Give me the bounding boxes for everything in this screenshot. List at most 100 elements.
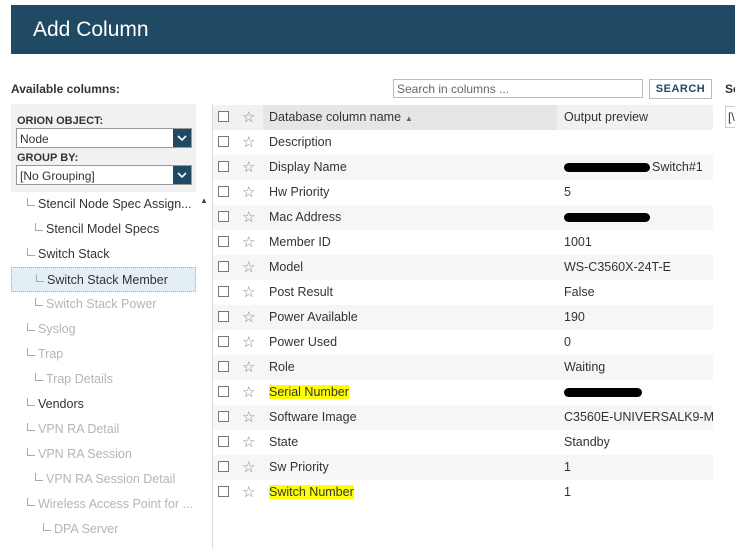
- output-preview-header: Output preview: [564, 110, 649, 124]
- preview-value: 1: [564, 485, 571, 499]
- column-name: Mac Address: [269, 210, 342, 224]
- column-name: Model: [269, 260, 304, 274]
- star-icon[interactable]: ☆: [242, 458, 255, 476]
- tree-item[interactable]: Vendors: [11, 392, 196, 417]
- row-checkbox[interactable]: [218, 386, 229, 397]
- group-by-label: GROUP BY:: [17, 152, 79, 164]
- column-name: Hw Priority: [269, 185, 330, 199]
- row-checkbox[interactable]: [218, 186, 229, 197]
- select-all-checkbox[interactable]: [218, 111, 229, 122]
- star-icon[interactable]: ☆: [242, 233, 255, 251]
- tree-item[interactable]: VPN RA Session: [11, 442, 196, 467]
- column-name: Power Used: [269, 335, 338, 349]
- tree-item[interactable]: DPA Server: [11, 517, 196, 542]
- orion-object-value: Node: [20, 132, 49, 146]
- columns-grid: ☆ Database column name ▲ Output preview ☆…: [212, 104, 715, 549]
- row-checkbox[interactable]: [218, 136, 229, 147]
- preview-value: False: [564, 285, 595, 299]
- star-icon[interactable]: ☆: [242, 308, 255, 326]
- preview-value: 5: [564, 185, 571, 199]
- row-checkbox[interactable]: [218, 411, 229, 422]
- column-name-highlighted: Switch Number: [269, 485, 354, 499]
- column-name: Power Available: [269, 310, 358, 324]
- star-icon[interactable]: ☆: [242, 258, 255, 276]
- row-checkbox[interactable]: [218, 486, 229, 497]
- row-checkbox[interactable]: [218, 236, 229, 247]
- table-row[interactable]: ☆ Power Used 0: [213, 330, 713, 355]
- search-input[interactable]: [393, 79, 643, 98]
- preview-value: 190: [564, 310, 585, 324]
- preview-value: Switch#1: [652, 160, 703, 174]
- preview-value: C3560E-UNIVERSALK9-M: [564, 410, 715, 424]
- star-icon[interactable]: ☆: [242, 283, 255, 301]
- orion-object-select[interactable]: Node: [16, 128, 192, 148]
- star-icon[interactable]: ☆: [242, 483, 255, 501]
- search-button[interactable]: SEARCH: [649, 79, 712, 99]
- row-checkbox[interactable]: [218, 436, 229, 447]
- tree-item[interactable]: Wireless Access Point for ...: [11, 492, 196, 517]
- table-row[interactable]: ☆ Mac Address: [213, 205, 713, 230]
- sort-asc-icon: ▲: [405, 114, 413, 123]
- group-by-select[interactable]: [No Grouping]: [16, 165, 192, 185]
- row-checkbox[interactable]: [218, 311, 229, 322]
- chevron-down-icon[interactable]: [173, 129, 191, 147]
- table-row[interactable]: ☆ Member ID 1001: [213, 230, 713, 255]
- tree-item[interactable]: Switch Stack Power: [11, 292, 196, 317]
- group-by-value: [No Grouping]: [20, 169, 95, 183]
- tree-item[interactable]: Switch Stack: [11, 242, 196, 267]
- tree-item[interactable]: Syslog: [11, 317, 196, 342]
- table-row[interactable]: ☆ Power Available 190: [213, 305, 713, 330]
- column-name: State: [269, 435, 299, 449]
- tree-item[interactable]: Stencil Node Spec Assign...: [11, 192, 196, 217]
- tree-item[interactable]: VPN RA Session Detail: [11, 467, 196, 492]
- column-name: Member ID: [269, 235, 331, 249]
- redaction-mark: [564, 163, 650, 172]
- star-icon[interactable]: ☆: [242, 358, 255, 376]
- tree-item[interactable]: VPN RA Detail: [11, 417, 196, 442]
- tree-item[interactable]: Stencil Model Specs: [11, 217, 196, 242]
- table-row[interactable]: ☆ Description: [213, 130, 713, 155]
- column-name: Sw Priority: [269, 460, 329, 474]
- column-name: Software Image: [269, 410, 357, 424]
- table-row[interactable]: ☆ State Standby: [213, 430, 713, 455]
- column-name-header[interactable]: Database column name ▲: [263, 105, 557, 130]
- left-panel: ORION OBJECT: Node GROUP BY: [No Groupin…: [11, 104, 208, 549]
- star-icon[interactable]: ☆: [242, 108, 255, 126]
- row-checkbox[interactable]: [218, 361, 229, 372]
- scroll-up-arrow-icon[interactable]: ▲: [200, 196, 208, 205]
- redaction-mark: [564, 213, 650, 222]
- row-checkbox[interactable]: [218, 336, 229, 347]
- preview-value: Standby: [564, 435, 610, 449]
- tree-item[interactable]: Trap Details: [11, 367, 196, 392]
- star-icon[interactable]: ☆: [242, 158, 255, 176]
- table-row[interactable]: ☆ Software Image C3560E-UNIVERSALK9-M: [213, 405, 715, 430]
- row-checkbox[interactable]: [218, 261, 229, 272]
- dialog-header: Add Column: [11, 5, 735, 54]
- row-checkbox[interactable]: [218, 161, 229, 172]
- star-icon[interactable]: ☆: [242, 383, 255, 401]
- star-icon[interactable]: ☆: [242, 333, 255, 351]
- table-row[interactable]: ☆ Model WS-C3560X-24T-E: [213, 255, 713, 280]
- star-icon[interactable]: ☆: [242, 433, 255, 451]
- table-row[interactable]: ☆ Switch Number 1: [213, 480, 713, 505]
- table-row[interactable]: ☆ Post Result False: [213, 280, 713, 305]
- column-name: Display Name: [269, 160, 347, 174]
- row-checkbox[interactable]: [218, 286, 229, 297]
- row-checkbox[interactable]: [218, 211, 229, 222]
- star-icon[interactable]: ☆: [242, 133, 255, 151]
- row-checkbox[interactable]: [218, 461, 229, 472]
- star-icon[interactable]: ☆: [242, 408, 255, 426]
- chevron-down-icon[interactable]: [173, 166, 191, 184]
- tree-item-selected[interactable]: Switch Stack Member: [11, 267, 196, 292]
- table-row[interactable]: ☆ Display Name Switch#1: [213, 155, 713, 180]
- column-name: Role: [269, 360, 295, 374]
- available-columns-label: Available columns:: [11, 82, 120, 96]
- selected-columns-dropdown-fragment[interactable]: [\: [725, 106, 735, 128]
- tree-item[interactable]: Trap: [11, 342, 196, 367]
- table-row[interactable]: ☆ Hw Priority 5: [213, 180, 713, 205]
- table-row[interactable]: ☆ Sw Priority 1: [213, 455, 713, 480]
- table-row[interactable]: ☆ Serial Number: [213, 380, 713, 405]
- star-icon[interactable]: ☆: [242, 183, 255, 201]
- table-row[interactable]: ☆ Role Waiting: [213, 355, 713, 380]
- star-icon[interactable]: ☆: [242, 208, 255, 226]
